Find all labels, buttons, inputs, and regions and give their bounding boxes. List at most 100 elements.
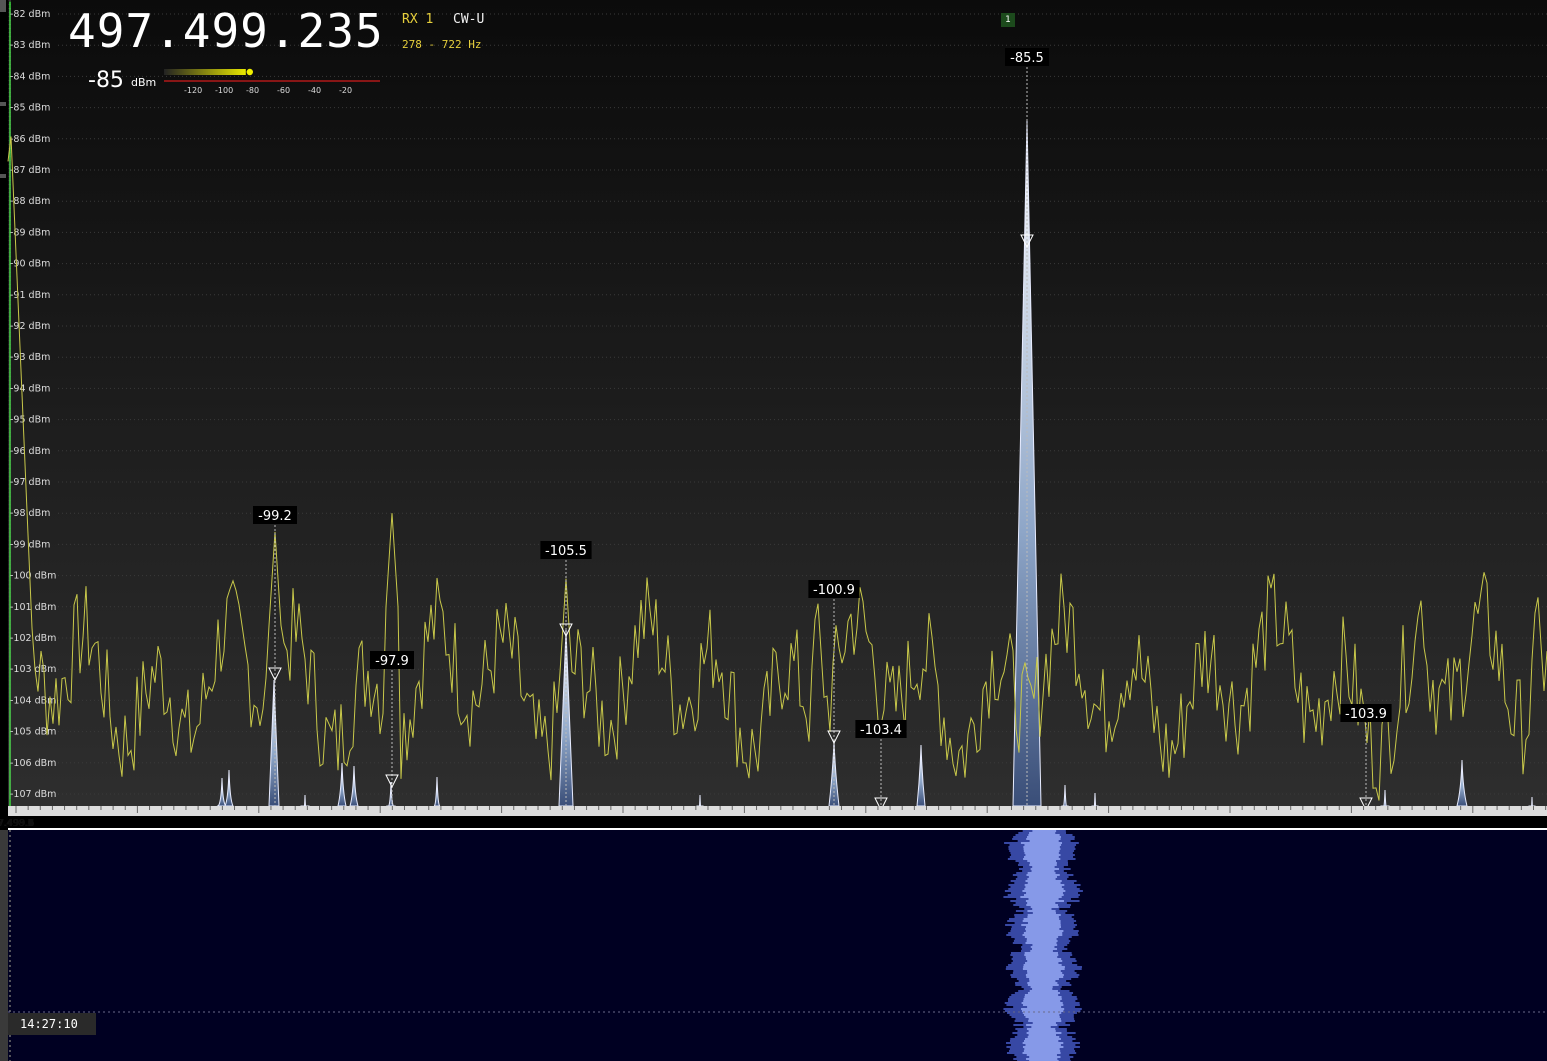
filter-bottom-edge[interactable] bbox=[9, 799, 11, 806]
filter-passband-area[interactable] bbox=[9, 1, 11, 807]
waterfall-core bbox=[1023, 858, 1061, 860]
waterfall-core bbox=[1027, 902, 1056, 904]
waterfall-core bbox=[1025, 880, 1062, 882]
waterfall-core bbox=[1022, 1052, 1061, 1054]
y-tick-label: -101 dBm bbox=[10, 602, 56, 613]
waterfall-core bbox=[1023, 1000, 1061, 1002]
waterfall-core bbox=[1027, 882, 1061, 884]
waterfall-core bbox=[1027, 922, 1061, 924]
waterfall-core bbox=[1027, 992, 1060, 994]
waterfall-core bbox=[1030, 986, 1053, 988]
y-tick-label: -95 dBm bbox=[10, 415, 50, 426]
waterfall-core bbox=[1027, 982, 1058, 984]
waterfall-core bbox=[1026, 976, 1064, 978]
frequency-axis-bar bbox=[8, 806, 1547, 816]
waterfall-core bbox=[1025, 942, 1057, 944]
waterfall-core bbox=[1024, 844, 1062, 846]
waterfall-core bbox=[1023, 1050, 1061, 1052]
y-tick-label: -106 dBm bbox=[10, 758, 56, 769]
waterfall-core bbox=[1026, 874, 1060, 876]
s-meter-indicator bbox=[246, 68, 253, 76]
waterfall-core bbox=[1028, 834, 1060, 836]
waterfall-core bbox=[1023, 998, 1062, 1000]
y-tick-label: -99 dBm bbox=[10, 539, 50, 550]
waterfall-core bbox=[1022, 934, 1063, 936]
waterfall-core bbox=[1027, 970, 1061, 972]
waterfall-core bbox=[1028, 1018, 1061, 1020]
filter-passband[interactable] bbox=[9, 1, 11, 807]
waterfall-core bbox=[1025, 930, 1064, 932]
waterfall-core bbox=[1026, 904, 1058, 906]
waterfall-core bbox=[1025, 1044, 1061, 1046]
waterfall-background bbox=[0, 830, 1547, 1061]
waterfall-core bbox=[1027, 860, 1057, 862]
waterfall-core bbox=[1023, 846, 1060, 848]
waterfall-core bbox=[1023, 932, 1063, 934]
waterfall-core bbox=[1026, 1054, 1057, 1056]
waterfall-core bbox=[1032, 908, 1052, 910]
waterfall-core bbox=[1028, 1030, 1056, 1032]
waterfall-core bbox=[1025, 928, 1060, 930]
waterfall-core bbox=[1023, 964, 1062, 966]
waterfall-display[interactable] bbox=[0, 830, 1547, 1061]
waterfall-left-edge bbox=[0, 830, 8, 1061]
waterfall-core bbox=[1027, 1036, 1060, 1038]
waterfall-core bbox=[1021, 1008, 1065, 1010]
waterfall-core bbox=[1022, 968, 1065, 970]
y-tick-label: -94 dBm bbox=[10, 383, 50, 394]
waterfall-core bbox=[1028, 898, 1059, 900]
marker-label: -99.2 bbox=[258, 509, 292, 524]
y-tick-label: -107 dBm bbox=[10, 789, 56, 800]
y-tick-label: -100 dBm bbox=[10, 571, 56, 582]
y-tick-label: -83 dBm bbox=[10, 40, 50, 51]
waterfall-core bbox=[1025, 962, 1059, 964]
waterfall-core bbox=[1027, 872, 1056, 874]
signal-level-value: -85 bbox=[88, 68, 124, 93]
waterfall-core bbox=[1026, 1058, 1058, 1060]
waterfall-core bbox=[1024, 856, 1059, 858]
waterfall-core bbox=[1030, 906, 1059, 908]
spectrum-background bbox=[8, 0, 1547, 808]
waterfall-core bbox=[1029, 978, 1059, 980]
filter-top-edge[interactable] bbox=[9, 2, 11, 8]
waterfall-timestamp: 14:27:10 bbox=[8, 1013, 96, 1035]
waterfall-core bbox=[1027, 910, 1056, 912]
waterfall-core bbox=[1025, 854, 1061, 856]
waterfall-core bbox=[1025, 900, 1064, 902]
waterfall-core bbox=[1021, 924, 1061, 926]
waterfall-core bbox=[1023, 918, 1060, 920]
waterfall-core bbox=[1027, 914, 1061, 916]
y-tick-label: -87 dBm bbox=[10, 165, 50, 176]
waterfall-core bbox=[1026, 1032, 1062, 1034]
waterfall-core bbox=[1026, 940, 1058, 942]
waterfall-core bbox=[1022, 890, 1066, 892]
waterfall-core bbox=[1020, 842, 1063, 844]
y-tick-label: -88 dBm bbox=[10, 196, 50, 207]
waterfall-core bbox=[1024, 884, 1065, 886]
waterfall-core bbox=[1024, 852, 1059, 854]
waterfall-core bbox=[1022, 920, 1061, 922]
waterfall-core bbox=[1024, 996, 1062, 998]
mode-label[interactable]: CW-U bbox=[453, 12, 484, 27]
y-tick-label: -96 dBm bbox=[10, 446, 50, 457]
waterfall-core bbox=[1024, 1040, 1059, 1042]
waterfall-core bbox=[1026, 892, 1063, 894]
waterfall-core bbox=[1032, 866, 1055, 868]
spectrum-display[interactable]: -82 dBm -83 dBm -84 dBm -85 dBm -86 dBm -87 d… bbox=[0, 0, 1547, 830]
marker-label: -105.5 bbox=[545, 544, 587, 559]
y-tick-label: -91 dBm bbox=[10, 290, 50, 301]
bandwidth-label: 278 - 722 Hz bbox=[402, 38, 482, 51]
filter-index-badge[interactable]: 1 bbox=[1001, 13, 1015, 27]
waterfall-core bbox=[1025, 886, 1062, 888]
waterfall-core bbox=[1024, 1048, 1060, 1050]
meter-tick-label: -20 bbox=[339, 86, 353, 95]
waterfall-core bbox=[1030, 946, 1055, 948]
waterfall-core bbox=[1028, 1020, 1062, 1022]
y-tick-label: -105 dBm bbox=[10, 727, 56, 738]
y-tick-label: -86 dBm bbox=[10, 134, 50, 145]
waterfall-core bbox=[1027, 836, 1061, 838]
s-meter-fill bbox=[164, 69, 246, 75]
y-tick-label: -98 dBm bbox=[10, 508, 50, 519]
frequency-display[interactable]: 497.499.235 bbox=[68, 4, 384, 58]
y-tick-label: -85 dBm bbox=[10, 103, 50, 114]
